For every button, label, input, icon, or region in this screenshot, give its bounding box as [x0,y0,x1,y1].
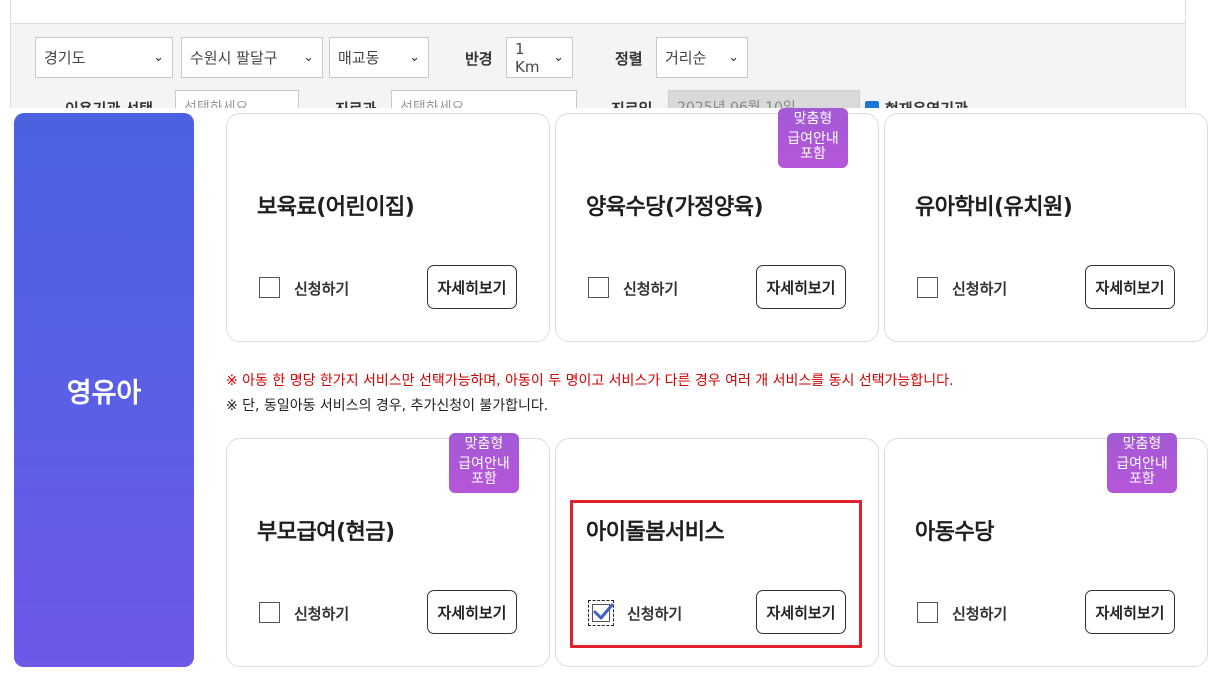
service-card-kindergarten-fee: 유아학비(유치원) 신청하기 자세히보기 [884,113,1208,342]
custom-benefit-badge: 맞춤형 급여안내 포함 [449,433,519,493]
apply-label: 신청하기 [294,605,350,623]
institution-select[interactable]: 선택하세요 [175,90,299,108]
badge-line: 맞춤형 [1122,436,1162,452]
selection-notice: ※ 아동 한 명당 한가지 서비스만 선택가능하며, 아동이 두 명이고 서비스… [226,373,954,389]
card-title: 보육료(어린이집) [257,195,415,220]
detail-button[interactable]: 자세히보기 [427,590,517,634]
category-placeholder: 선택하세요 [400,100,465,108]
card-title: 아동수당 [915,520,994,545]
apply-checkbox[interactable] [259,602,280,623]
detail-button[interactable]: 자세히보기 [1085,265,1175,309]
apply-checkbox[interactable] [917,602,938,623]
service-card-daycare-fee: 보육료(어린이집) 신청하기 자세히보기 [226,113,550,342]
sort-label: 정렬 [615,50,643,68]
date-value: 2025년 06월 10일 [677,100,796,108]
duplicate-notice: ※ 단, 동일아동 서비스의 경우, 추가신청이 불가합니다. [226,398,549,414]
province-select[interactable]: 경기도 ⌄ [35,37,173,78]
apply-label: 신청하기 [952,605,1008,623]
card-title: 유아학비(유치원) [915,195,1073,220]
apply-label: 신청하기 [952,280,1008,298]
radius-value: 1 Km [515,39,540,76]
search-filter-area: 경기도 ⌄ 수원시 팔달구 ⌄ 매교동 ⌄ 반경 1 Km ⌄ 정렬 거리순 ⌄… [10,0,1186,108]
filter-top-strip [11,0,1185,24]
custom-benefit-badge: 맞춤형 급여안내 포함 [1107,433,1177,493]
sort-select[interactable]: 거리순 ⌄ [656,37,748,78]
apply-label: 신청하기 [623,280,679,298]
sort-value: 거리순 [665,49,707,67]
institution-label: 이용기관 선택 [65,98,153,108]
date-label: 진료일 [611,98,652,108]
chevron-down-icon: ⌄ [303,50,314,65]
detail-button[interactable]: 자세히보기 [756,265,846,309]
open-now-checkbox[interactable] [865,101,879,108]
detail-button[interactable]: 자세히보기 [427,265,517,309]
radius-select[interactable]: 1 Km ⌄ [506,37,573,78]
radius-label: 반경 [465,50,493,68]
district-value: 매교동 [338,49,380,67]
category-label: 진료과 [335,98,376,108]
category-panel: 영유아 [14,113,194,667]
badge-line: 맞춤형 [793,111,833,127]
chevron-down-icon: ⌄ [553,50,564,65]
apply-checkbox[interactable] [917,277,938,298]
detail-button[interactable]: 자세히보기 [1085,590,1175,634]
apply-label: 신청하기 [294,280,350,298]
badge-line: 맞춤형 [464,436,504,452]
date-field[interactable]: 2025년 06월 10일 [668,90,860,108]
district-select[interactable]: 매교동 ⌄ [329,37,429,78]
chevron-down-icon: ⌄ [409,50,420,65]
province-value: 경기도 [44,49,86,67]
city-value: 수원시 팔달구 [190,49,278,67]
selection-highlight-box [570,500,862,648]
custom-benefit-badge: 맞춤형 급여안내 포함 [778,108,848,168]
category-select[interactable]: 선택하세요 [391,90,577,108]
apply-checkbox[interactable] [588,277,609,298]
category-panel-title: 영유아 [66,377,142,409]
chevron-down-icon: ⌄ [728,50,739,65]
open-now-label: 현재운영기관 [885,98,968,108]
apply-checkbox[interactable] [259,277,280,298]
city-select[interactable]: 수원시 팔달구 ⌄ [181,37,323,78]
chevron-down-icon: ⌄ [153,50,164,65]
card-title: 양육수당(가정양육) [586,195,764,220]
institution-placeholder: 선택하세요 [184,100,249,108]
card-title: 부모급여(현금) [257,520,395,545]
